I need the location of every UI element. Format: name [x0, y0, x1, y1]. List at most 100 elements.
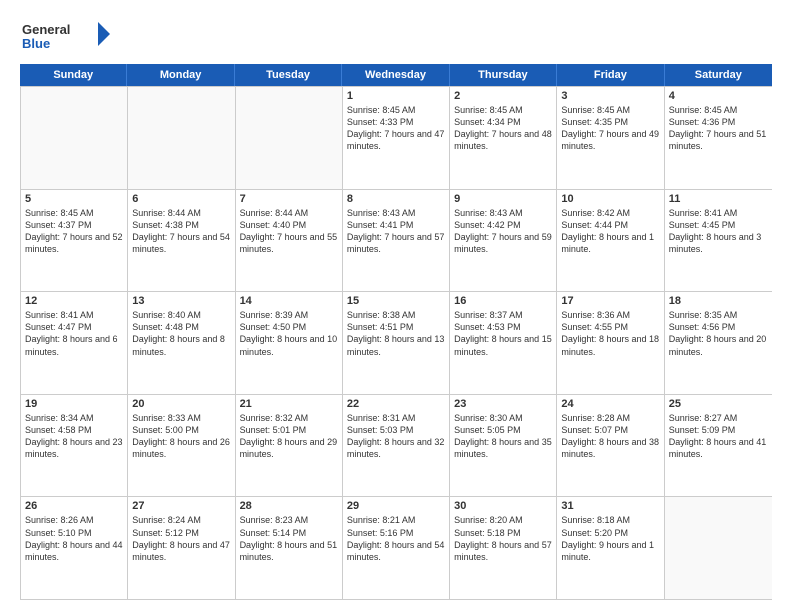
day-10: 10 Sunrise: 8:42 AM Sunset: 4:44 PM Dayli…: [557, 190, 664, 292]
day-number-15: 15: [347, 295, 445, 307]
day-number-2: 2: [454, 90, 552, 102]
day-info-6: Sunrise: 8:44 AM Sunset: 4:38 PM Dayligh…: [132, 207, 230, 256]
day-3: 3Sunrise: 8:45 AM Sunset: 4:35 PM Daylig…: [557, 87, 664, 189]
day-8: 8 Sunrise: 8:43 AM Sunset: 4:41 PM Daylig…: [343, 190, 450, 292]
day-26: 26 Sunrise: 8:26 AM Sunset: 5:10 PM Dayli…: [21, 497, 128, 599]
day-30: 30Sunrise: 8:20 AM Sunset: 5:18 PM Dayli…: [450, 497, 557, 599]
day-number-29: 29: [347, 500, 445, 512]
day-12: 12Sunrise: 8:41 AM Sunset: 4:47 PM Dayli…: [21, 292, 128, 394]
day-info-9: Sunrise: 8:43 AM Sunset: 4:42 PM Dayligh…: [454, 207, 552, 256]
day-6: 6 Sunrise: 8:44 AM Sunset: 4:38 PM Daylig…: [128, 190, 235, 292]
day-number-10: 10: [561, 193, 659, 205]
day-21: 21Sunrise: 8:32 AM Sunset: 5:01 PM Dayli…: [236, 395, 343, 497]
header-day-thursday: Thursday: [450, 64, 557, 86]
header-day-monday: Monday: [127, 64, 234, 86]
day-info-29: Sunrise: 8:21 AM Sunset: 5:16 PM Dayligh…: [347, 514, 445, 563]
empty-cell-0-1: [128, 87, 235, 189]
day-number-26: 26: [25, 500, 123, 512]
day-number-31: 31: [561, 500, 659, 512]
day-info-25: Sunrise: 8:27 AM Sunset: 5:09 PM Dayligh…: [669, 412, 768, 461]
day-info-31: Sunrise: 8:18 AM Sunset: 5:20 PM Dayligh…: [561, 514, 659, 563]
day-number-3: 3: [561, 90, 659, 102]
day-info-1: Sunrise: 8:45 AM Sunset: 4:33 PM Dayligh…: [347, 104, 445, 153]
day-number-4: 4: [669, 90, 768, 102]
calendar-body: 1Sunrise: 8:45 AM Sunset: 4:33 PM Daylig…: [20, 86, 772, 600]
day-info-19: Sunrise: 8:34 AM Sunset: 4:58 PM Dayligh…: [25, 412, 123, 461]
day-number-13: 13: [132, 295, 230, 307]
day-info-26: Sunrise: 8:26 AM Sunset: 5:10 PM Dayligh…: [25, 514, 123, 563]
day-number-24: 24: [561, 398, 659, 410]
day-number-11: 11: [669, 193, 768, 205]
logo: General Blue: [20, 16, 110, 56]
day-number-8: 8: [347, 193, 445, 205]
empty-cell-4-6: [665, 497, 772, 599]
day-info-17: Sunrise: 8:36 AM Sunset: 4:55 PM Dayligh…: [561, 309, 659, 358]
day-number-9: 9: [454, 193, 552, 205]
day-number-5: 5: [25, 193, 123, 205]
day-28: 28 Sunrise: 8:23 AM Sunset: 5:14 PM Dayli…: [236, 497, 343, 599]
day-info-18: Sunrise: 8:35 AM Sunset: 4:56 PM Dayligh…: [669, 309, 768, 358]
day-info-8: Sunrise: 8:43 AM Sunset: 4:41 PM Dayligh…: [347, 207, 445, 256]
day-1: 1Sunrise: 8:45 AM Sunset: 4:33 PM Daylig…: [343, 87, 450, 189]
week-row-1: 1Sunrise: 8:45 AM Sunset: 4:33 PM Daylig…: [21, 86, 772, 189]
day-number-28: 28: [240, 500, 338, 512]
svg-text:General: General: [22, 22, 70, 37]
day-31: 31 Sunrise: 8:18 AM Sunset: 5:20 PM Dayli…: [557, 497, 664, 599]
day-number-23: 23: [454, 398, 552, 410]
day-23: 23Sunrise: 8:30 AM Sunset: 5:05 PM Dayli…: [450, 395, 557, 497]
day-info-20: Sunrise: 8:33 AM Sunset: 5:00 PM Dayligh…: [132, 412, 230, 461]
day-7: 7 Sunrise: 8:44 AM Sunset: 4:40 PM Daylig…: [236, 190, 343, 292]
day-15: 15 Sunrise: 8:38 AM Sunset: 4:51 PM Dayli…: [343, 292, 450, 394]
day-13: 13 Sunrise: 8:40 AM Sunset: 4:48 PM Dayli…: [128, 292, 235, 394]
day-20: 20 Sunrise: 8:33 AM Sunset: 5:00 PM Dayli…: [128, 395, 235, 497]
day-info-11: Sunrise: 8:41 AM Sunset: 4:45 PM Dayligh…: [669, 207, 768, 256]
day-number-21: 21: [240, 398, 338, 410]
day-number-6: 6: [132, 193, 230, 205]
day-25: 25 Sunrise: 8:27 AM Sunset: 5:09 PM Dayli…: [665, 395, 772, 497]
week-row-4: 19 Sunrise: 8:34 AM Sunset: 4:58 PM Dayli…: [21, 394, 772, 497]
header: General Blue: [20, 16, 772, 56]
week-row-5: 26 Sunrise: 8:26 AM Sunset: 5:10 PM Dayli…: [21, 496, 772, 599]
day-info-10: Sunrise: 8:42 AM Sunset: 4:44 PM Dayligh…: [561, 207, 659, 256]
day-number-27: 27: [132, 500, 230, 512]
day-info-15: Sunrise: 8:38 AM Sunset: 4:51 PM Dayligh…: [347, 309, 445, 358]
day-19: 19 Sunrise: 8:34 AM Sunset: 4:58 PM Dayli…: [21, 395, 128, 497]
day-number-7: 7: [240, 193, 338, 205]
day-number-18: 18: [669, 295, 768, 307]
day-22: 22 Sunrise: 8:31 AM Sunset: 5:03 PM Dayli…: [343, 395, 450, 497]
day-info-27: Sunrise: 8:24 AM Sunset: 5:12 PM Dayligh…: [132, 514, 230, 563]
header-day-tuesday: Tuesday: [235, 64, 342, 86]
calendar: SundayMondayTuesdayWednesdayThursdayFrid…: [20, 64, 772, 600]
day-info-30: Sunrise: 8:20 AM Sunset: 5:18 PM Dayligh…: [454, 514, 552, 563]
header-day-saturday: Saturday: [665, 64, 772, 86]
header-day-wednesday: Wednesday: [342, 64, 449, 86]
day-number-25: 25: [669, 398, 768, 410]
day-number-17: 17: [561, 295, 659, 307]
week-row-3: 12Sunrise: 8:41 AM Sunset: 4:47 PM Dayli…: [21, 291, 772, 394]
day-info-28: Sunrise: 8:23 AM Sunset: 5:14 PM Dayligh…: [240, 514, 338, 563]
calendar-header: SundayMondayTuesdayWednesdayThursdayFrid…: [20, 64, 772, 86]
day-number-14: 14: [240, 295, 338, 307]
day-info-4: Sunrise: 8:45 AM Sunset: 4:36 PM Dayligh…: [669, 104, 768, 153]
header-day-friday: Friday: [557, 64, 664, 86]
day-29: 29 Sunrise: 8:21 AM Sunset: 5:16 PM Dayli…: [343, 497, 450, 599]
day-info-2: Sunrise: 8:45 AM Sunset: 4:34 PM Dayligh…: [454, 104, 552, 153]
day-9: 9 Sunrise: 8:43 AM Sunset: 4:42 PM Daylig…: [450, 190, 557, 292]
day-number-16: 16: [454, 295, 552, 307]
svg-text:Blue: Blue: [22, 36, 50, 51]
day-2: 2 Sunrise: 8:45 AM Sunset: 4:34 PM Daylig…: [450, 87, 557, 189]
day-27: 27 Sunrise: 8:24 AM Sunset: 5:12 PM Dayli…: [128, 497, 235, 599]
day-info-7: Sunrise: 8:44 AM Sunset: 4:40 PM Dayligh…: [240, 207, 338, 256]
day-info-24: Sunrise: 8:28 AM Sunset: 5:07 PM Dayligh…: [561, 412, 659, 461]
day-5: 5Sunrise: 8:45 AM Sunset: 4:37 PM Daylig…: [21, 190, 128, 292]
day-number-19: 19: [25, 398, 123, 410]
day-info-13: Sunrise: 8:40 AM Sunset: 4:48 PM Dayligh…: [132, 309, 230, 358]
empty-cell-0-0: [21, 87, 128, 189]
day-number-20: 20: [132, 398, 230, 410]
day-number-22: 22: [347, 398, 445, 410]
page: General Blue SundayMondayTuesdayWednesda…: [0, 0, 792, 612]
day-4: 4 Sunrise: 8:45 AM Sunset: 4:36 PM Daylig…: [665, 87, 772, 189]
week-row-2: 5Sunrise: 8:45 AM Sunset: 4:37 PM Daylig…: [21, 189, 772, 292]
day-info-22: Sunrise: 8:31 AM Sunset: 5:03 PM Dayligh…: [347, 412, 445, 461]
day-info-12: Sunrise: 8:41 AM Sunset: 4:47 PM Dayligh…: [25, 309, 123, 358]
